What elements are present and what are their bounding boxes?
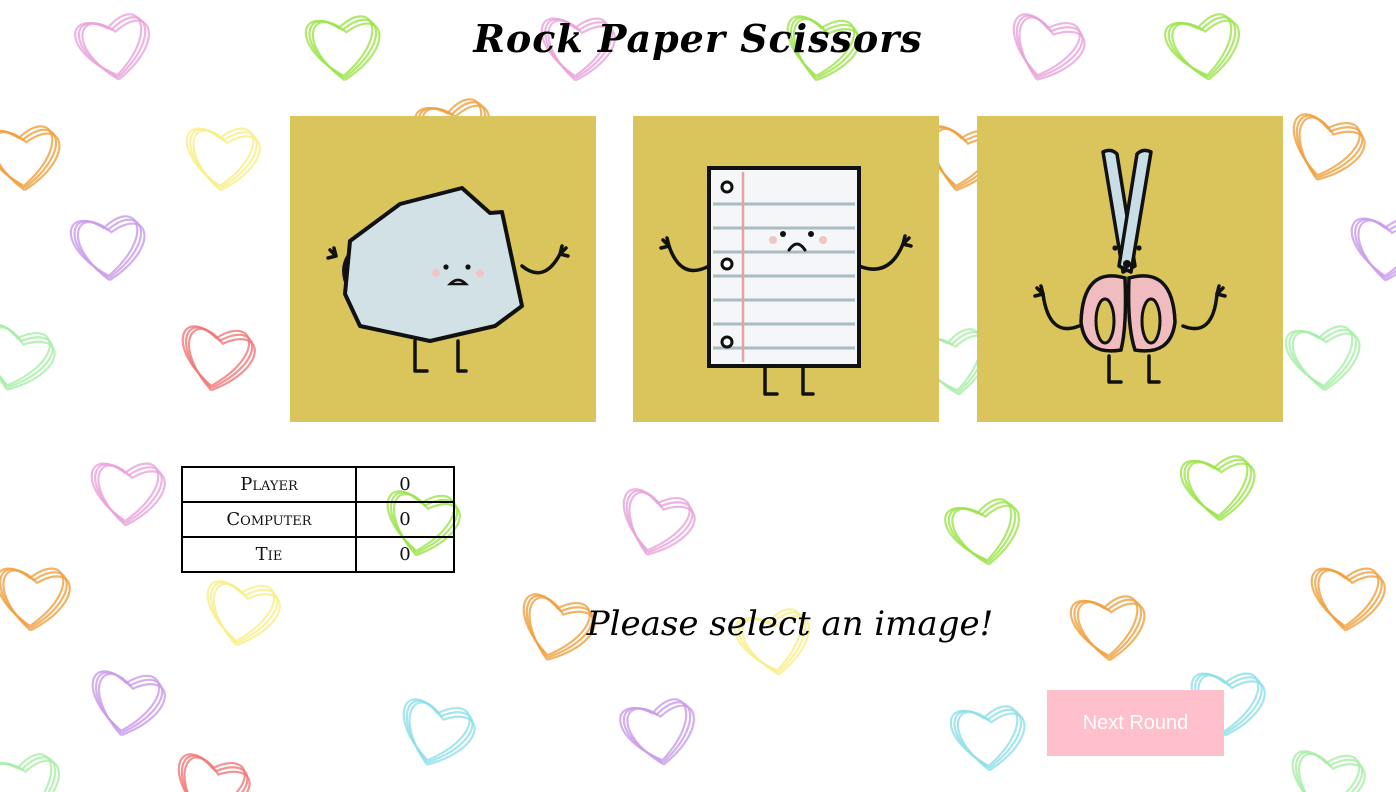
paper-character-icon [659,166,913,396]
player-score: 0 [355,466,455,503]
scissors-character-icon [1033,148,1227,384]
heart-doodle [0,759,60,792]
scoreboard-table: Player 0 Computer 0 Tie 0 [181,466,455,573]
tie-label: Tie [181,536,357,573]
next-round-button[interactable]: Next Round [1047,690,1224,756]
scoreboard-row-tie: Tie 0 [181,536,455,573]
scoreboard-row-computer: Computer 0 [181,501,455,538]
heart-doodle [0,323,51,387]
scoreboard-row-player: Player 0 [181,466,455,503]
rock-choice[interactable] [290,116,596,422]
tie-score: 0 [355,536,455,573]
scissors-choice[interactable] [977,116,1283,422]
heart-doodle [0,326,56,391]
paper-choice[interactable] [633,116,939,422]
computer-label: Computer [181,501,357,538]
player-label: Player [181,466,357,503]
computer-score: 0 [355,501,455,538]
rock-character-icon [326,186,570,373]
page-title: Rock Paper Scissors [473,16,923,61]
status-message: Please select an image! [586,604,994,644]
